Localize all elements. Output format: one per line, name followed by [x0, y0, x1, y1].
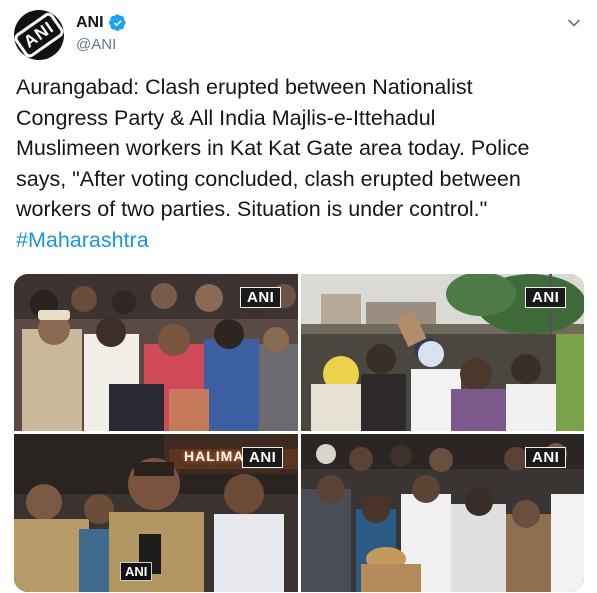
- tweet-card: ANI ANI @ANI Aurangabad: Clash erupted b…: [0, 0, 597, 593]
- chevron-down-icon[interactable]: [567, 16, 581, 30]
- avatar-logo-text: ANI: [14, 10, 64, 60]
- ani-watermark: ANI: [525, 447, 567, 468]
- photo-3[interactable]: HALIMAR ANI ANI: [14, 434, 298, 592]
- ani-watermark: ANI: [242, 447, 284, 468]
- author-display-name[interactable]: ANI: [76, 14, 104, 32]
- tweet-text-line: Aurangabad: Clash erupted between Nation…: [16, 75, 473, 99]
- author-handle[interactable]: @ANI: [76, 36, 116, 53]
- hashtag-link[interactable]: #Maharashtra: [16, 225, 586, 256]
- photo-4[interactable]: ANI: [301, 434, 584, 592]
- tweet-text-line: says, "After voting concluded, clash eru…: [16, 166, 521, 191]
- tweet-text-line: Congress Party & All India Majlis-e-Itte…: [16, 105, 436, 130]
- avatar[interactable]: ANI: [14, 10, 64, 60]
- mic-ani-label: ANI: [120, 562, 153, 581]
- author-name-row: ANI: [76, 14, 127, 32]
- tweet-text-line: Muslimeen workers in Kat Kat Gate area t…: [16, 136, 530, 160]
- media-grid: ANI ANI HALIMAR ANI ANI ANI: [14, 274, 584, 592]
- ani-watermark: ANI: [240, 287, 282, 308]
- verified-badge-icon: [108, 14, 126, 31]
- tweet-text: Aurangabad: Clash erupted between Nation…: [16, 72, 586, 255]
- photo-2[interactable]: ANI: [301, 274, 584, 431]
- tweet-text-line: workers of two parties. Situation is und…: [16, 197, 488, 221]
- ani-watermark: ANI: [525, 287, 567, 308]
- photo-1[interactable]: ANI: [14, 274, 298, 431]
